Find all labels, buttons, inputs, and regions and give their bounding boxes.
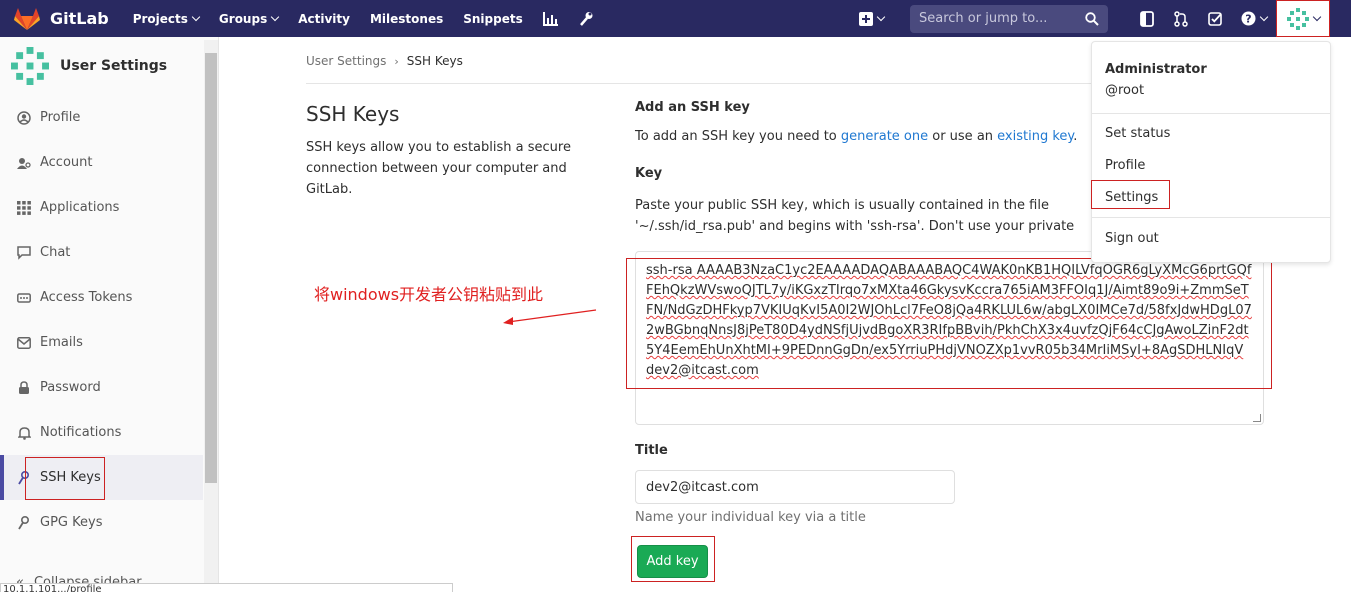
user-dropdown-menu: Administrator @root Set status Profile S…	[1091, 41, 1331, 263]
existing-key-link[interactable]: existing key	[997, 129, 1073, 144]
sidebar-item-label: Profile	[40, 110, 81, 125]
title-hint-text: Name your individual key via a title	[635, 510, 866, 525]
sidebar-item-label: Password	[40, 380, 101, 395]
sidebar-title: User Settings	[60, 58, 168, 74]
dropdown-user-name: Administrator	[1105, 62, 1207, 77]
chevron-down-icon	[270, 12, 280, 21]
key-label: Key	[635, 166, 663, 181]
dropdown-username: @root	[1105, 83, 1145, 98]
sidebar-item-applications[interactable]: Applications	[0, 185, 203, 230]
sidebar-item-label: Notifications	[40, 425, 122, 440]
key-help-text: Paste your public SSH key, which is usua…	[635, 198, 1075, 234]
title-label: Title	[635, 443, 668, 458]
chart-icon[interactable]	[542, 11, 559, 26]
sidebar-header[interactable]: User Settings	[0, 37, 218, 95]
breadcrumb-ssh-keys[interactable]: SSH Keys	[407, 54, 463, 68]
chevron-down-icon	[876, 12, 885, 21]
sidebar-item-label: Emails	[40, 335, 83, 350]
dropdown-divider	[1092, 217, 1330, 218]
plus-icon	[858, 11, 873, 26]
sidebar-item-label: Chat	[40, 245, 71, 260]
lock-icon	[16, 380, 32, 396]
key-icon	[16, 515, 32, 531]
add-key-button[interactable]: Add key	[637, 545, 708, 578]
dropdown-sign-out[interactable]: Sign out	[1105, 231, 1159, 246]
gitlab-home-link[interactable]: GitLab	[14, 7, 109, 31]
search-placeholder: Search or jump to...	[919, 11, 1048, 26]
merge-request-icon[interactable]	[1164, 0, 1198, 37]
nav-snippets[interactable]: Snippets	[463, 12, 523, 26]
chevron-down-icon	[191, 12, 201, 21]
generate-one-link[interactable]: generate one	[841, 129, 928, 144]
sidebar-item-label: GPG Keys	[40, 515, 103, 530]
chevron-right-icon: ›	[394, 54, 399, 68]
gitlab-logo-icon	[14, 7, 40, 30]
sidebar-scrollbar-thumb[interactable]	[205, 53, 217, 483]
sidebar-item-chat[interactable]: Chat	[0, 230, 203, 275]
avatar-icon	[1286, 7, 1309, 30]
add-ssh-key-heading: Add an SSH key	[635, 100, 750, 115]
search-input[interactable]: Search or jump to...	[910, 4, 1108, 33]
todo-icon[interactable]	[1198, 0, 1232, 37]
new-item-button[interactable]	[852, 0, 890, 37]
user-avatar-icon	[11, 47, 49, 85]
annotation-text: 将windows开发者公钥粘贴到此	[314, 285, 544, 304]
dropdown-profile[interactable]: Profile	[1105, 158, 1145, 173]
sidebar-item-gpg-keys[interactable]: GPG Keys	[0, 500, 203, 545]
top-navbar: GitLab Projects Groups Activity Mileston…	[0, 0, 1351, 37]
sidebar-item-label: Applications	[40, 200, 120, 215]
sidebar-item-profile[interactable]: Profile	[0, 95, 203, 140]
svg-text:?: ?	[1245, 13, 1251, 26]
nav-projects[interactable]: Projects	[133, 12, 201, 26]
dropdown-set-status[interactable]: Set status	[1105, 126, 1170, 141]
sidebar-item-account[interactable]: Account	[0, 140, 203, 185]
sidebar-item-label: Access Tokens	[40, 290, 133, 305]
brand-name: GitLab	[50, 9, 109, 28]
nav-activity[interactable]: Activity	[298, 12, 350, 26]
chat-icon	[16, 245, 32, 261]
ssh-key-value: ssh-rsa AAAAB3NzaC1yc2EAAAADAQABAAABAQC4…	[646, 263, 1252, 378]
nav-milestones[interactable]: Milestones	[370, 12, 443, 26]
chevron-down-icon	[1259, 12, 1269, 21]
bell-icon	[16, 425, 32, 441]
sidebar-item-password[interactable]: Password	[0, 365, 203, 410]
chevron-down-icon	[1312, 12, 1321, 21]
nav-groups[interactable]: Groups	[219, 12, 280, 26]
key-icon	[16, 470, 32, 486]
applications-icon	[16, 200, 32, 216]
sidebar-toggle-icon[interactable]	[1130, 0, 1164, 37]
dropdown-settings[interactable]: Settings	[1105, 190, 1158, 205]
email-icon	[16, 335, 32, 351]
user-menu-button[interactable]	[1276, 0, 1330, 37]
profile-icon	[16, 110, 32, 126]
sidebar-item-label: SSH Keys	[40, 470, 101, 485]
page-description: SSH keys allow you to establish a secure…	[306, 140, 571, 197]
sidebar-item-notifications[interactable]: Notifications	[0, 410, 203, 455]
sidebar-item-label: Account	[40, 155, 93, 170]
sidebar-item-emails[interactable]: Emails	[0, 320, 203, 365]
sidebar-item-ssh-keys[interactable]: SSH Keys	[0, 455, 203, 500]
status-bar-url: 10.1.1.101.../profile	[0, 583, 453, 592]
resize-handle-icon[interactable]	[1253, 414, 1261, 422]
help-button[interactable]: ?	[1232, 0, 1276, 37]
account-icon	[16, 155, 32, 171]
annotation-arrow-icon	[503, 309, 597, 325]
search-icon	[1085, 11, 1099, 26]
breadcrumb: User Settings › SSH Keys	[306, 54, 463, 68]
wrench-icon[interactable]	[579, 11, 593, 26]
sidebar-item-access-tokens[interactable]: Access Tokens	[0, 275, 203, 320]
title-input[interactable]: dev2@itcast.com	[635, 470, 955, 504]
page-title: SSH Keys	[306, 102, 400, 126]
add-ssh-key-instructions: To add an SSH key you need to generate o…	[635, 129, 1078, 144]
breadcrumb-user-settings[interactable]: User Settings	[306, 54, 386, 68]
ssh-key-textarea[interactable]: ssh-rsa AAAAB3NzaC1yc2EAAAADAQABAAABAQC4…	[635, 251, 1264, 425]
help-icon: ?	[1241, 11, 1256, 26]
dropdown-divider	[1092, 113, 1330, 114]
settings-sidebar: User Settings Profile Account Applicatio…	[0, 37, 219, 592]
access-tokens-icon	[16, 290, 32, 306]
